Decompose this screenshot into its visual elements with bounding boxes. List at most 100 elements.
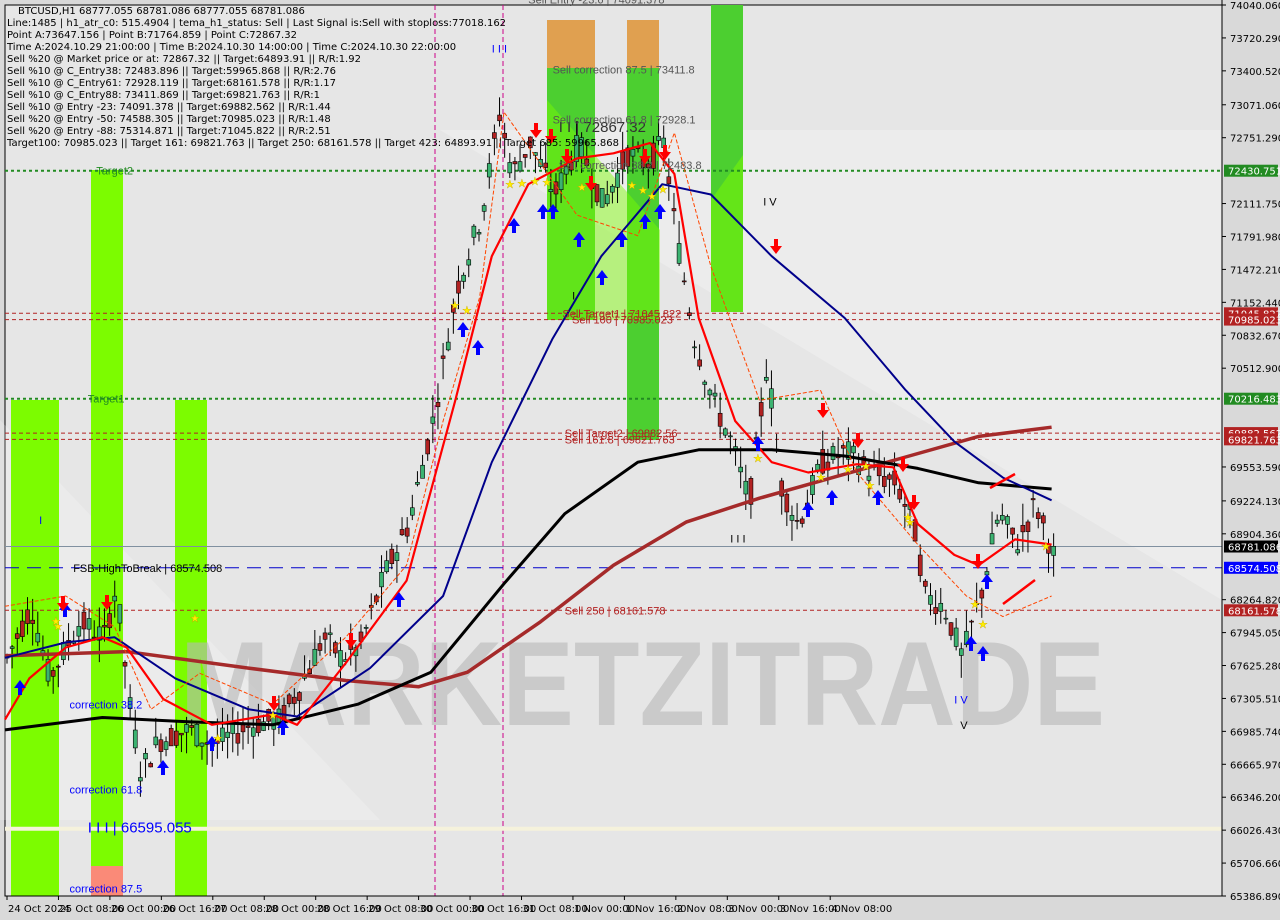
candle-bear	[158, 739, 164, 752]
candle-bull	[1005, 516, 1010, 525]
price-tag-label: 72430.751	[1228, 167, 1280, 178]
candle-bull	[815, 463, 820, 471]
candle-bull	[138, 777, 143, 782]
candle-bear	[14, 633, 20, 639]
candle-bear	[902, 504, 908, 507]
candle-bull	[1015, 549, 1021, 554]
candle-bear	[794, 520, 800, 522]
candle-bear	[882, 476, 887, 487]
y-tick-label: 74040.060	[1230, 1, 1280, 12]
candle-bull	[558, 172, 564, 190]
candle-bull	[1000, 515, 1005, 521]
chart-window[interactable]: MARKETZITRADE ★ ★ ★ ★ ★ ★ ★ ★ ★ ★ ★ ★ ★ ★ ★ ★ ★ ★ ★ ★ ★ ★ ★ ★ ★ ★…	[0, 0, 1280, 920]
candle-bear	[497, 114, 502, 122]
candle-bear	[697, 359, 702, 367]
candle-bear	[784, 493, 790, 513]
candle-bull	[9, 646, 15, 649]
candle-bull	[702, 381, 708, 385]
star-icon: ★	[970, 598, 980, 611]
annotation-label: Sell 161.8 | 69821.763	[565, 434, 675, 446]
y-tick-label: 69553.590	[1230, 463, 1280, 474]
candle-bull	[722, 428, 728, 436]
candle-bear	[923, 580, 928, 587]
star-icon: ★	[903, 511, 913, 524]
info-line: Sell %10 @ Entry -23: 74091.378 || Targe…	[7, 102, 331, 113]
info-line: Sell %10 @ C_Entry38: 72483.896 || Targe…	[7, 66, 336, 77]
candle-bull	[743, 480, 749, 495]
candle-bear	[389, 548, 395, 565]
candle-bear	[425, 439, 431, 455]
price-chart[interactable]: MARKETZITRADE ★★ ★★★★ ★★ ★ ★ ★ ★ ★ ★ ★★★★★ ★★★★★★★…	[0, 0, 1280, 920]
y-tick-label: 73071.060	[1230, 101, 1280, 112]
candle-bear	[50, 670, 56, 677]
star-icon: ★	[517, 177, 527, 190]
candle-bear	[179, 732, 184, 736]
star-icon: ★	[268, 709, 278, 722]
zone-rect	[91, 170, 123, 866]
candle-bear	[456, 280, 461, 294]
candle-bull	[384, 560, 389, 573]
y-tick-label: 66985.740	[1230, 727, 1280, 738]
candle-bull	[604, 194, 610, 205]
star-icon: ★	[816, 471, 826, 484]
candle-bull	[312, 648, 318, 666]
candle-bull	[994, 519, 1000, 524]
candle-bull	[851, 445, 856, 454]
candle-bull	[394, 552, 400, 562]
y-tick-label: 69224.130	[1230, 497, 1280, 508]
candle-bear	[245, 725, 251, 728]
annotation-label: correction 61.8	[70, 785, 143, 797]
candle-bull	[35, 632, 41, 643]
candle-bull	[225, 731, 230, 738]
zone-rect	[11, 400, 59, 896]
candle-bear	[440, 355, 446, 359]
candle-bull	[989, 533, 995, 545]
candle-bear	[20, 620, 25, 637]
candle-bull	[738, 466, 743, 473]
info-line: Point A:73647.156 | Point B:71764.859 | …	[7, 30, 297, 41]
candle-bull	[327, 632, 333, 635]
price-tag-label: 68781.086	[1228, 543, 1280, 554]
candle-bull	[486, 163, 492, 178]
y-tick-label: 66665.970	[1230, 760, 1280, 771]
candle-bear	[512, 161, 518, 165]
y-tick-label: 70832.670	[1230, 331, 1280, 342]
candle-bear	[235, 733, 241, 744]
candle-bull	[830, 446, 836, 460]
candle-bear	[948, 622, 954, 636]
candle-bear	[399, 529, 405, 536]
annotation-label: Sell 250 | 68161.578	[565, 605, 666, 617]
star-icon: ★	[505, 178, 515, 191]
candle-bull	[676, 243, 682, 264]
zone-rect	[627, 20, 659, 68]
candle-bull	[199, 742, 205, 747]
info-line: Sell %10 @ C_Entry88: 73411.869 || Targe…	[7, 90, 320, 101]
candle-bull	[656, 136, 661, 141]
y-tick-label: 67305.510	[1230, 694, 1280, 705]
annotation-label: FSB-HighToBreak | 68574.508	[73, 563, 222, 575]
candle-bull	[153, 736, 159, 746]
candle-bull	[420, 464, 425, 479]
candle-bear	[107, 613, 112, 629]
candle-bear	[543, 162, 549, 168]
candle-bear	[286, 694, 292, 704]
candle-bull	[548, 189, 554, 193]
candle-bear	[594, 184, 600, 203]
candle-bull	[481, 205, 487, 212]
candle-bull	[517, 161, 523, 172]
candle-bear	[435, 402, 441, 408]
candle-bull	[363, 627, 369, 629]
info-line: Sell %20 @ Entry -50: 74588.305 || Targe…	[7, 114, 331, 125]
y-tick-label: 67945.050	[1230, 629, 1280, 640]
star-icon: ★	[753, 452, 763, 465]
y-tick-label: 65386.890	[1230, 892, 1280, 903]
candle-bull	[958, 648, 964, 656]
info-line: Target100: 70985.023 || Target 161: 6982…	[6, 138, 619, 149]
info-line: Line:1485 | h1_atr_c0: 515.4904 | tema_h…	[7, 18, 506, 29]
candle-bear	[979, 589, 985, 599]
candle-bull	[415, 482, 420, 485]
candle-bear	[1020, 525, 1026, 533]
candle-bull	[194, 724, 200, 747]
candle-bull	[410, 507, 415, 516]
price-tag-label: 69821.763	[1228, 435, 1280, 446]
